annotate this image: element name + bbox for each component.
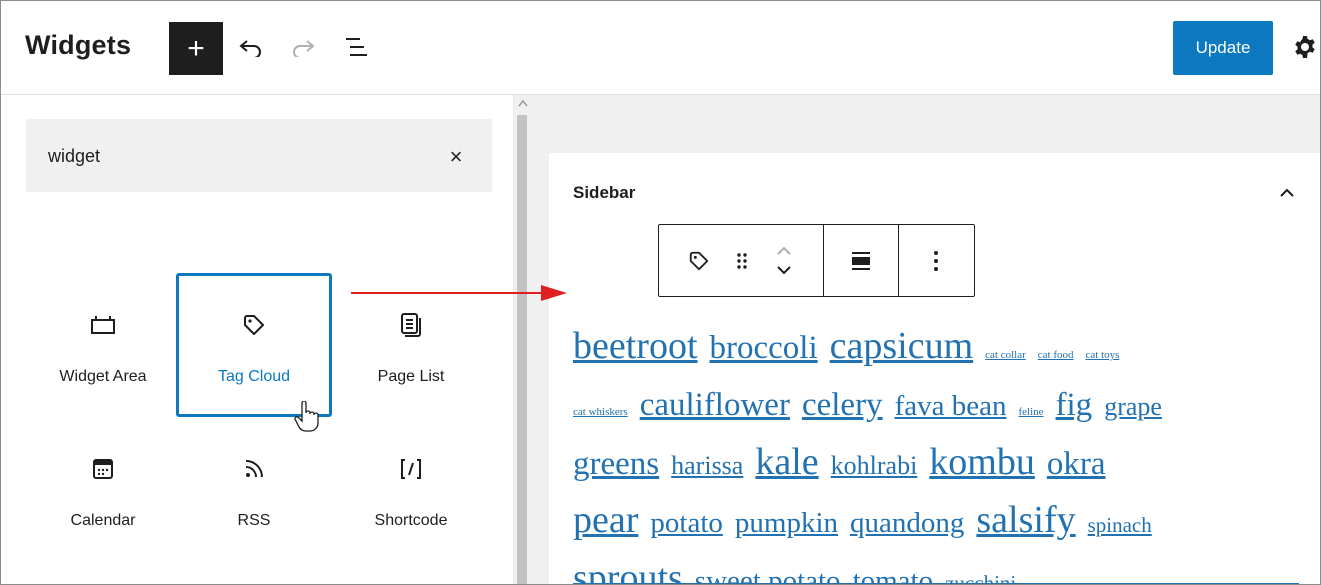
tag-link[interactable]: spinach — [1088, 513, 1152, 537]
tag-link[interactable]: celery — [802, 387, 883, 423]
toolbar-group-block — [659, 225, 825, 296]
tag-link[interactable]: beetroot — [573, 325, 698, 367]
search-input[interactable] — [48, 141, 428, 171]
toolbar-group-align — [824, 225, 899, 296]
block-item-label: RSS — [237, 512, 271, 529]
widget-area-sidebar: Sidebar beetroot broccoli capsicum cat c… — [549, 153, 1320, 584]
annotation-arrow-icon — [351, 285, 567, 301]
block-item-label: Page List — [377, 368, 445, 385]
drag-handle-icon[interactable] — [735, 251, 749, 271]
tag-link[interactable]: pear — [573, 499, 638, 541]
tag-link[interactable]: sweet potato — [695, 565, 841, 584]
redo-icon[interactable] — [287, 31, 319, 63]
scrollbar-thumb[interactable] — [517, 115, 527, 584]
tag-link[interactable]: fig — [1056, 387, 1093, 423]
chevron-up-icon[interactable] — [1273, 179, 1301, 207]
gear-icon[interactable] — [1289, 31, 1320, 63]
block-inserter-panel: × Widget Area Tag Cloud Page List — [1, 95, 513, 584]
widget-area-icon — [90, 310, 116, 340]
tag-link[interactable]: tomato — [853, 565, 934, 584]
calendar-icon — [91, 454, 115, 484]
toolbar-group-options — [899, 225, 974, 296]
tag-link[interactable]: kohlrabi — [831, 451, 918, 480]
tag-link[interactable]: pumpkin — [735, 507, 838, 539]
block-item-label: Widget Area — [59, 368, 147, 385]
rss-icon — [242, 454, 266, 484]
tag-link[interactable]: cat toys — [1086, 349, 1120, 361]
header: Widgets + Update — [1, 1, 1320, 95]
block-inserter-button[interactable]: + — [169, 22, 223, 75]
block-item-rss[interactable]: RSS — [176, 417, 332, 561]
tag-link[interactable]: harissa — [671, 451, 743, 480]
page-list-icon — [399, 310, 423, 340]
block-item-tag-cloud[interactable]: Tag Cloud — [176, 273, 332, 417]
tag-link[interactable]: potato — [650, 507, 723, 539]
page-title: Widgets — [25, 30, 132, 60]
tag-link[interactable]: quandong — [850, 507, 964, 539]
list-view-icon[interactable] — [340, 31, 372, 63]
tag-link[interactable]: feline — [1018, 406, 1043, 418]
block-item-label: Tag Cloud — [217, 368, 291, 385]
undo-icon[interactable] — [235, 31, 267, 63]
widget-area-title: Sidebar — [573, 183, 636, 202]
tag-link[interactable]: sprouts — [573, 557, 683, 584]
tag-link[interactable]: cauliflower — [640, 387, 790, 423]
hand-cursor-icon — [294, 401, 319, 432]
tag-icon — [242, 310, 266, 340]
move-up-down-icon[interactable] — [774, 243, 794, 279]
search-box: × — [26, 119, 492, 192]
editor-canvas: Sidebar beetroot broccoli capsicum cat c… — [531, 95, 1320, 584]
block-item-widget-area[interactable]: Widget Area — [25, 273, 181, 417]
tag-link[interactable]: greens — [573, 446, 659, 482]
editor-window: Widgets + Update × Widget Area — [0, 0, 1321, 585]
block-item-shortcode[interactable]: Shortcode — [333, 417, 489, 561]
tag-link[interactable]: fava bean — [895, 390, 1007, 422]
close-icon[interactable]: × — [442, 143, 470, 171]
panel-scrollbar[interactable] — [513, 95, 531, 584]
update-button[interactable]: Update — [1173, 21, 1273, 75]
tag-link[interactable]: broccoli — [710, 330, 818, 366]
align-wide-icon[interactable] — [851, 251, 871, 271]
tag-link[interactable]: kale — [755, 441, 818, 483]
tag-link[interactable]: grape — [1104, 392, 1162, 421]
tag-icon[interactable] — [688, 250, 710, 272]
block-toolbar — [658, 224, 975, 297]
tag-link[interactable]: capsicum — [830, 325, 974, 367]
tag-cloud: beetroot broccoli capsicum cat collar ca… — [573, 321, 1299, 584]
tag-link[interactable]: salsify — [976, 499, 1075, 541]
block-item-label: Shortcode — [374, 512, 448, 529]
shortcode-icon — [398, 454, 424, 484]
tag-link[interactable]: cat whiskers — [573, 406, 628, 418]
tag-link[interactable]: cat collar — [985, 349, 1026, 361]
more-options-icon[interactable] — [933, 250, 939, 272]
scroll-up-arrow-icon[interactable] — [518, 99, 528, 107]
block-item-label: Calendar — [70, 512, 136, 529]
block-item-calendar[interactable]: Calendar — [25, 417, 181, 561]
tag-link[interactable]: cat food — [1038, 349, 1074, 361]
tag-link[interactable]: okra — [1047, 446, 1106, 482]
tag-link[interactable]: kombu — [929, 441, 1035, 483]
